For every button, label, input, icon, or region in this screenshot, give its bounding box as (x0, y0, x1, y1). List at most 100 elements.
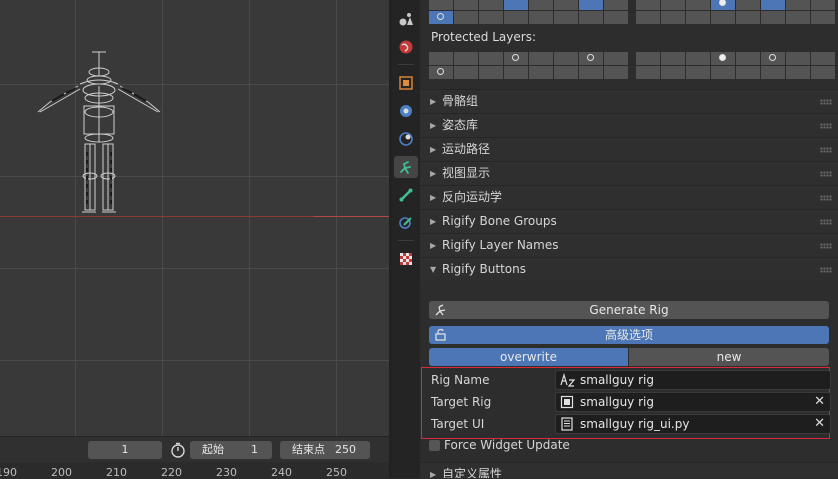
layer-cell[interactable] (761, 0, 785, 10)
protected-layer-cell[interactable] (661, 52, 685, 65)
layer-cell[interactable] (736, 0, 760, 10)
protected-layer-cell[interactable] (454, 66, 478, 79)
protected-layer-cell[interactable] (636, 52, 660, 65)
layer-cell[interactable] (479, 0, 503, 10)
protected-layer-cell[interactable] (786, 52, 810, 65)
rig-name-field[interactable]: smallguy rig (555, 370, 831, 390)
layer-cell[interactable] (661, 11, 685, 24)
protected-layer-cell[interactable] (504, 52, 528, 65)
layer-cell[interactable] (786, 0, 810, 10)
layer-cell[interactable] (554, 0, 578, 10)
subpanel-header[interactable]: ▶ 运动路径 (420, 137, 838, 161)
protected-layer-cell[interactable] (529, 52, 553, 65)
layer-cell[interactable] (504, 0, 528, 10)
stopwatch-icon[interactable] (170, 442, 186, 458)
generate-rig-button[interactable]: Generate Rig (429, 301, 829, 319)
protected-layer-cell[interactable] (429, 52, 453, 65)
layer-cell[interactable] (579, 11, 603, 24)
layer-cell[interactable] (636, 0, 660, 10)
subpanel-header[interactable]: ▶ 反向运动学 (420, 185, 838, 209)
drag-grip-icon[interactable] (820, 243, 832, 249)
protected-layer-cell[interactable] (554, 66, 578, 79)
protected-layer-cell[interactable] (686, 66, 710, 79)
protected-layer-cell[interactable] (579, 66, 603, 79)
end-frame-field[interactable]: 结束点 250 (280, 441, 370, 459)
layer-cell[interactable] (636, 11, 660, 24)
start-frame-field[interactable]: 起始 1 (190, 441, 272, 459)
layer-cell[interactable] (786, 11, 810, 24)
layer-cell[interactable] (479, 11, 503, 24)
layer-cell[interactable] (736, 11, 760, 24)
protected-layer-cell[interactable] (579, 52, 603, 65)
protected-layer-cell[interactable] (604, 52, 628, 65)
protected-layer-cell[interactable] (554, 52, 578, 65)
protected-layer-cell[interactable] (454, 52, 478, 65)
layer-cell[interactable] (811, 0, 835, 10)
protected-layer-cell[interactable] (786, 66, 810, 79)
subpanel-header[interactable]: ▶ Rigify Layer Names (420, 233, 838, 257)
tab-scene[interactable] (394, 8, 418, 30)
3d-viewport[interactable] (0, 0, 389, 436)
drag-grip-icon[interactable] (820, 267, 832, 273)
tab-bone-constraints[interactable] (394, 212, 418, 234)
protected-layer-cell[interactable] (479, 52, 503, 65)
layer-cell[interactable] (661, 0, 685, 10)
protected-layer-cell[interactable] (736, 66, 760, 79)
subpanel-header[interactable]: ▶ 视图显示 (420, 161, 838, 185)
drag-grip-icon[interactable] (820, 123, 832, 129)
timeline-ruler[interactable]: 190 200 210 220 230 240 250 (0, 462, 389, 479)
layer-cell[interactable] (686, 0, 710, 10)
tab-armature-data[interactable] (394, 156, 418, 178)
armature-rig[interactable] (30, 46, 170, 218)
tab-world[interactable] (394, 36, 418, 58)
drag-grip-icon[interactable] (820, 99, 832, 105)
protected-layer-cell[interactable] (761, 52, 785, 65)
layer-cell[interactable] (454, 0, 478, 10)
drag-grip-icon[interactable] (820, 171, 832, 177)
protected-layer-cell[interactable] (711, 52, 735, 65)
protected-layer-cell[interactable] (636, 66, 660, 79)
protected-layer-cell[interactable] (811, 66, 835, 79)
subpanel-header[interactable]: ▶ Rigify Bone Groups (420, 209, 838, 233)
protected-layer-cell[interactable] (479, 66, 503, 79)
tab-constraints[interactable] (394, 128, 418, 150)
protected-layer-cell[interactable] (529, 66, 553, 79)
subpanel-header[interactable]: ▶ 姿态库 (420, 113, 838, 137)
layer-cell[interactable] (504, 11, 528, 24)
layer-cell[interactable] (454, 11, 478, 24)
layer-cell[interactable] (529, 0, 553, 10)
layer-cell[interactable] (811, 11, 835, 24)
layer-cell[interactable] (429, 0, 453, 10)
mode-new-button[interactable]: new (629, 348, 829, 366)
protected-layer-cell[interactable] (429, 66, 453, 79)
current-frame-field[interactable]: 1 (88, 441, 162, 459)
tab-modifiers[interactable] (394, 100, 418, 122)
advanced-options-toggle[interactable]: 高级选项 (429, 326, 829, 344)
protected-layer-cell[interactable] (604, 66, 628, 79)
force-widget-update-checkbox[interactable] (429, 440, 440, 451)
subpanel-header[interactable]: ▼ Rigify Buttons (420, 257, 838, 281)
drag-grip-icon[interactable] (820, 195, 832, 201)
layer-cell[interactable] (604, 11, 628, 24)
target-ui-field[interactable]: smallguy rig_ui.py ✕ (555, 414, 831, 434)
drag-grip-icon[interactable] (820, 219, 832, 225)
clear-target-ui-icon[interactable]: ✕ (814, 415, 825, 433)
protected-layer-cell[interactable] (711, 66, 735, 79)
protected-layer-cell[interactable] (761, 66, 785, 79)
subpanel-header[interactable]: ▶ 骨骼组 (420, 89, 838, 113)
layer-cell[interactable] (686, 11, 710, 24)
tab-bone[interactable] (394, 184, 418, 206)
target-rig-field[interactable]: smallguy rig ✕ (555, 392, 831, 412)
clear-target-rig-icon[interactable]: ✕ (814, 393, 825, 411)
layer-cell[interactable] (604, 0, 628, 10)
tab-texture[interactable] (394, 248, 418, 270)
mode-overwrite-button[interactable]: overwrite (429, 348, 628, 366)
layer-cell[interactable] (711, 11, 735, 24)
protected-layer-cell[interactable] (811, 52, 835, 65)
protected-layer-cell[interactable] (686, 52, 710, 65)
protected-layer-cell[interactable] (504, 66, 528, 79)
layer-cell[interactable] (761, 11, 785, 24)
layer-cell[interactable] (554, 11, 578, 24)
layer-cell[interactable] (529, 11, 553, 24)
layer-cell[interactable] (429, 11, 453, 24)
